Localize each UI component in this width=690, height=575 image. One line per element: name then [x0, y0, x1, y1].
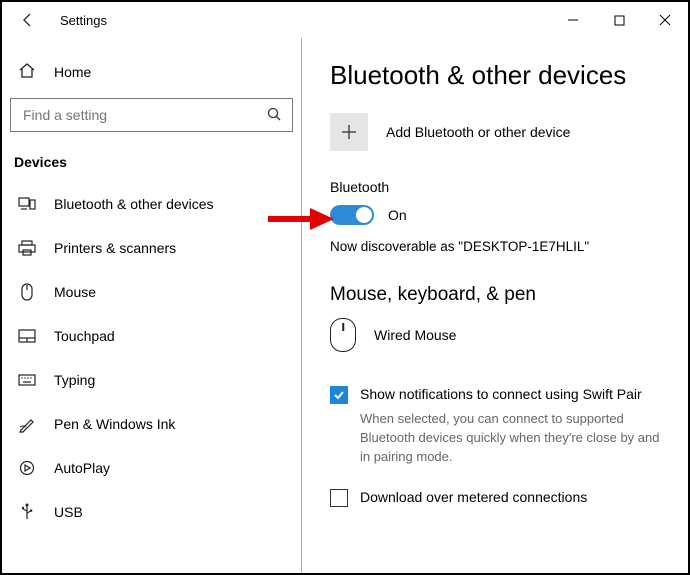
swift-pair-checkbox[interactable]	[330, 386, 348, 404]
sidebar-item-label: Typing	[54, 372, 95, 388]
swift-pair-row: Show notifications to connect using Swif…	[330, 386, 664, 404]
close-button[interactable]	[642, 4, 688, 36]
settings-window: Settings Home	[0, 0, 690, 575]
metered-checkbox[interactable]	[330, 489, 348, 507]
device-wired-mouse[interactable]: Wired Mouse	[330, 318, 664, 352]
sidebar-item-mouse[interactable]: Mouse	[10, 270, 293, 314]
sidebar-item-label: Touchpad	[54, 328, 115, 344]
plus-icon	[330, 113, 368, 151]
metered-row: Download over metered connections	[330, 489, 664, 507]
sidebar: Home Devices Bluetooth & other devices	[2, 38, 302, 573]
home-nav[interactable]: Home	[10, 52, 293, 92]
bluetooth-toggle[interactable]	[330, 205, 374, 225]
search-box[interactable]	[10, 98, 293, 132]
sidebar-item-label: Pen & Windows Ink	[54, 416, 175, 432]
sidebar-item-usb[interactable]: USB	[10, 490, 293, 534]
add-device-button[interactable]: Add Bluetooth or other device	[330, 113, 664, 151]
section-mouse-keyboard: Mouse, keyboard, & pen	[330, 284, 664, 306]
toggle-knob	[356, 207, 372, 223]
bluetooth-label: Bluetooth	[330, 179, 664, 195]
home-icon	[18, 62, 36, 83]
pen-icon	[18, 415, 36, 433]
sidebar-item-label: Bluetooth & other devices	[54, 196, 214, 212]
devices-icon	[18, 195, 36, 213]
add-device-label: Add Bluetooth or other device	[386, 124, 570, 140]
autoplay-icon	[18, 459, 36, 477]
printer-icon	[18, 239, 36, 257]
minimize-button[interactable]	[550, 4, 596, 36]
sidebar-item-pen[interactable]: Pen & Windows Ink	[10, 402, 293, 446]
window-title: Settings	[60, 13, 107, 28]
metered-label: Download over metered connections	[360, 489, 587, 505]
sidebar-item-label: Mouse	[54, 284, 96, 300]
maximize-button[interactable]	[596, 4, 642, 36]
mouse-device-icon	[330, 318, 356, 352]
mouse-icon	[18, 283, 36, 301]
home-label: Home	[54, 64, 91, 80]
window-controls	[550, 4, 688, 36]
sidebar-item-autoplay[interactable]: AutoPlay	[10, 446, 293, 490]
device-label: Wired Mouse	[374, 327, 456, 343]
sidebar-item-label: Printers & scanners	[54, 240, 176, 256]
search-input[interactable]	[21, 106, 266, 124]
sidebar-item-printers[interactable]: Printers & scanners	[10, 226, 293, 270]
sidebar-section-title: Devices	[14, 154, 293, 170]
page-title: Bluetooth & other devices	[330, 60, 664, 91]
back-button[interactable]	[10, 2, 46, 38]
swift-pair-description: When selected, you can connect to suppor…	[360, 410, 664, 467]
sidebar-item-label: AutoPlay	[54, 460, 110, 476]
keyboard-icon	[18, 371, 36, 389]
search-icon	[266, 106, 282, 125]
bluetooth-state: On	[388, 207, 407, 223]
swift-pair-label: Show notifications to connect using Swif…	[360, 386, 642, 402]
discoverable-text: Now discoverable as "DESKTOP-1E7HLIL"	[330, 239, 664, 254]
sidebar-item-typing[interactable]: Typing	[10, 358, 293, 402]
sidebar-item-bluetooth[interactable]: Bluetooth & other devices	[10, 182, 293, 226]
sidebar-item-label: USB	[54, 504, 83, 520]
titlebar: Settings	[2, 2, 688, 38]
usb-icon	[18, 503, 36, 521]
touchpad-icon	[18, 327, 36, 345]
sidebar-item-touchpad[interactable]: Touchpad	[10, 314, 293, 358]
main-panel: Bluetooth & other devices Add Bluetooth …	[302, 38, 688, 573]
